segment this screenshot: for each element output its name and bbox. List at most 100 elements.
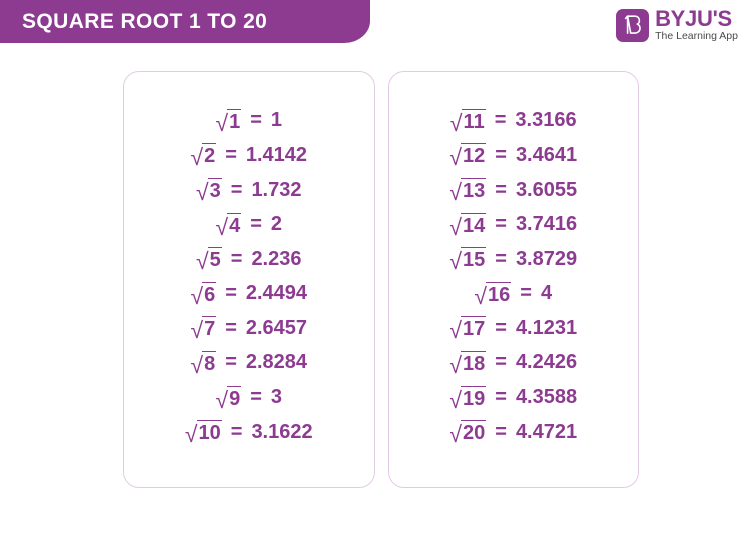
square-root-cards-container: √ 1 = 1 √ 2 = 1.4142 √ 3 = 1.732 √ 4 = 2 √ 5 = 2.236 √ 6 = 2.44… [123,71,639,488]
radicand-value: 1 [227,108,242,133]
radical-expression: √ 18 [449,350,487,376]
square-root-row: √ 5 = 2.236 [196,242,302,277]
page-header: SQUARE ROOT 1 TO 20 BYJU'S The Learning … [0,0,750,56]
square-root-icon: √ [215,386,229,413]
square-root-result: 4.1231 [515,316,578,339]
radical-expression: √ 19 [449,385,487,411]
radicand-value: 17 [461,316,487,341]
square-root-icon: √ [474,282,488,309]
radicand-value: 5 [207,247,222,272]
equals-sign: = [495,386,507,409]
radicand-value: 11 [461,108,486,133]
radicand-value: 14 [461,212,487,237]
square-root-row: √ 11 = 3.3166 [450,104,577,139]
square-root-row: √ 7 = 2.6457 [190,311,307,346]
square-root-card-11-to-20: √ 11 = 3.3166 √ 12 = 3.4641 √ 13 = 3.6055 √ 14 = 3.7416… [387,71,639,488]
radicand-value: 16 [486,281,512,306]
radical-expression: √ 6 [190,281,217,309]
radicand-value: 2 [202,143,217,168]
equals-sign: = [250,386,262,409]
equals-sign: = [495,143,507,166]
equals-sign: = [230,178,243,201]
radical-expression: √ 16 [474,281,512,309]
equals-sign: = [230,420,243,443]
radical-expression: √ 14 [449,212,487,240]
brand-name: BYJU'S [655,6,732,31]
radical-expression: √ 3 [196,178,222,206]
radicand-value: 9 [227,385,242,410]
radical-expression: √ 9 [215,385,242,413]
square-root-icon: √ [449,144,462,171]
square-root-icon: √ [190,282,204,309]
square-root-icon: √ [184,421,198,448]
square-root-result: 4.2426 [515,351,578,374]
square-root-icon: √ [215,213,229,240]
radicand-value: 4 [227,212,242,237]
square-root-result: 3.4641 [515,143,578,166]
radical-expression: √ 12 [449,143,487,171]
radical-expression: √ 20 [449,420,487,448]
square-root-icon: √ [190,317,204,344]
brand-logo[interactable]: BYJU'S The Learning App [616,8,738,43]
square-root-result: 3.7416 [515,213,578,236]
square-root-result: 2 [270,213,283,236]
square-root-result: 3 [270,386,283,409]
equals-sign: = [520,282,532,305]
equals-sign: = [230,247,243,270]
brand-text: BYJU'S The Learning App [655,8,738,43]
square-root-icon: √ [190,144,204,171]
square-root-icon: √ [449,109,463,136]
square-root-row: √ 8 = 2.8284 [190,346,307,381]
square-root-result: 3.8729 [515,247,578,270]
square-root-row: √ 6 = 2.4494 [190,277,307,312]
square-root-icon: √ [449,179,462,206]
square-root-row: √ 3 = 1.732 [196,173,302,208]
square-root-row: √ 17 = 4.1231 [449,311,577,346]
equals-sign: = [494,109,507,132]
equals-sign: = [250,109,262,132]
square-root-row: √ 2 = 1.4142 [190,138,307,173]
radical-expression: √ 15 [449,247,487,273]
square-root-result: 3.3166 [515,109,577,132]
square-root-icon: √ [196,179,209,206]
square-root-result: 2.8284 [245,351,308,374]
radicand-value: 20 [461,420,487,445]
equals-sign: = [495,247,507,270]
square-root-result: 1.4142 [245,143,308,166]
square-root-row: √ 10 = 3.1622 [185,415,313,450]
square-root-icon: √ [449,421,462,448]
square-root-result: 2.6457 [245,316,308,339]
square-root-icon: √ [196,248,209,275]
page-title: SQUARE ROOT 1 TO 20 [22,9,268,33]
square-root-row: √ 16 = 4 [474,277,552,312]
radical-expression: √ 8 [190,350,217,376]
radicand-value: 15 [461,247,487,272]
square-root-card-1-to-10: √ 1 = 1 √ 2 = 1.4142 √ 3 = 1.732 √ 4 = 2 √ 5 = 2.236 √ 6 = 2.44… [123,71,375,488]
byjus-b-logo-icon [616,9,650,42]
equals-sign: = [495,351,507,374]
square-root-icon: √ [449,213,462,240]
square-root-row: √ 20 = 4.4721 [449,415,577,450]
radicand-value: 12 [461,143,487,168]
equals-sign: = [225,143,237,166]
equals-sign: = [495,178,507,201]
radical-expression: √ 2 [190,143,217,171]
square-root-result: 3.6055 [515,178,578,201]
equals-sign: = [495,213,507,236]
square-root-row: √ 19 = 4.3588 [449,380,577,415]
radicand-value: 7 [202,316,217,341]
radical-expression: √ 1 [215,108,242,136]
square-root-icon: √ [215,109,229,136]
title-banner: SQUARE ROOT 1 TO 20 [0,0,370,43]
equals-sign: = [250,213,262,236]
radicand-value: 3 [207,178,222,203]
equals-sign: = [495,316,507,339]
radicand-value: 13 [461,178,487,203]
radicand-value: 10 [196,420,222,445]
radical-expression: √ 13 [449,178,487,206]
radical-expression: √ 4 [215,212,242,240]
square-root-row: √ 18 = 4.2426 [449,346,577,381]
square-root-result: 1 [270,109,283,132]
square-root-result: 2.236 [251,247,302,270]
radicand-value: 18 [461,350,487,375]
